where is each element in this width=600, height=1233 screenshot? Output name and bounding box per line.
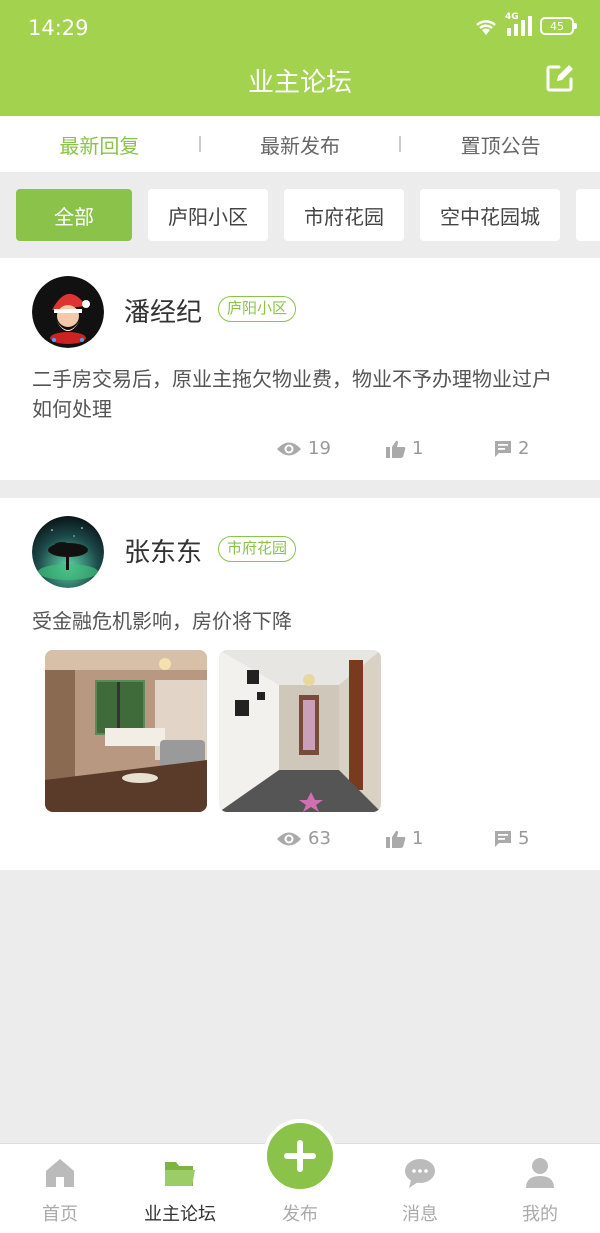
likes-count: 1 bbox=[412, 828, 424, 849]
wifi-icon bbox=[476, 20, 496, 35]
chip-all[interactable]: 全部 bbox=[16, 189, 132, 241]
chip-kongzhong[interactable]: 空中花园城 bbox=[420, 189, 560, 241]
author-name: 潘经纪 bbox=[124, 298, 203, 328]
avatar[interactable] bbox=[32, 276, 104, 348]
views-stat: 63 bbox=[276, 828, 331, 849]
app-header: 14:29 4G 45 业主论坛 bbox=[0, 0, 600, 116]
nav-label: 我的 bbox=[522, 1204, 558, 1225]
comments-stat[interactable]: 5 bbox=[494, 828, 529, 849]
post-stats: 19 1 2 bbox=[0, 438, 600, 468]
battery-icon: 45 bbox=[540, 17, 577, 35]
nav-label: 业主论坛 bbox=[144, 1204, 216, 1225]
tab-pinned[interactable]: 置顶公告 bbox=[401, 130, 600, 159]
nav-forum[interactable]: 业主论坛 bbox=[120, 1144, 240, 1233]
folder-icon bbox=[165, 1162, 195, 1186]
status-time: 14:29 bbox=[28, 16, 89, 40]
tab-latest-reply[interactable]: 最新回复 bbox=[0, 130, 199, 159]
thumbs-up-icon bbox=[386, 830, 406, 848]
plus-icon bbox=[284, 1140, 316, 1172]
tab-latest-post[interactable]: 最新发布 bbox=[201, 130, 400, 159]
nav-messages[interactable]: 消息 bbox=[360, 1144, 480, 1233]
status-icons: 4G 45 bbox=[473, 12, 577, 36]
edit-icon[interactable] bbox=[544, 62, 576, 94]
post-card[interactable]: 潘经纪 庐阳小区 二手房交易后，原业主拖欠物业费，物业不予办理物业过户如何处理 … bbox=[0, 258, 600, 480]
comments-count: 2 bbox=[518, 438, 530, 459]
post-content: 二手房交易后，原业主拖欠物业费，物业不予办理物业过户如何处理 bbox=[32, 367, 552, 421]
post-image[interactable] bbox=[219, 650, 381, 812]
chat-icon bbox=[405, 1159, 435, 1188]
filter-tabs: 最新回复 最新发布 置顶公告 bbox=[0, 116, 600, 172]
chip-luyang[interactable]: 庐阳小区 bbox=[148, 189, 268, 241]
post-stats: 63 1 5 bbox=[0, 828, 600, 858]
community-filter: 全部 庐阳小区 市府花园 空中花园城 bbox=[0, 172, 600, 258]
comment-icon bbox=[495, 440, 511, 457]
community-tag: 市府花园 bbox=[218, 536, 297, 562]
page-title: 业主论坛 bbox=[247, 68, 352, 98]
nav-label: 消息 bbox=[402, 1204, 438, 1225]
battery-level: 45 bbox=[550, 19, 564, 33]
chip-more[interactable] bbox=[576, 189, 600, 241]
post-card[interactable]: 张东东 市府花园 受金融危机影响，房价将下降 63 1 5 bbox=[0, 498, 600, 870]
comments-count: 5 bbox=[518, 828, 530, 849]
publish-button[interactable] bbox=[263, 1119, 337, 1193]
comment-icon bbox=[495, 830, 511, 847]
likes-count: 1 bbox=[412, 438, 424, 459]
comments-stat[interactable]: 2 bbox=[494, 438, 529, 459]
thumbs-up-icon bbox=[386, 440, 406, 458]
likes-stat[interactable]: 1 bbox=[386, 828, 423, 849]
views-stat: 19 bbox=[276, 438, 331, 459]
eye-icon bbox=[277, 442, 301, 455]
post-content: 受金融危机影响，房价将下降 bbox=[32, 609, 292, 633]
views-count: 19 bbox=[308, 438, 331, 459]
post-image[interactable] bbox=[45, 650, 207, 812]
nav-label: 首页 bbox=[42, 1204, 78, 1225]
home-icon bbox=[46, 1159, 74, 1187]
network-type: 4G bbox=[505, 12, 519, 22]
user-icon bbox=[526, 1158, 554, 1188]
author-name: 张东东 bbox=[124, 538, 203, 568]
views-count: 63 bbox=[308, 828, 331, 849]
chip-shifu[interactable]: 市府花园 bbox=[284, 189, 404, 241]
nav-label: 发布 bbox=[282, 1204, 318, 1225]
eye-icon bbox=[277, 832, 301, 845]
avatar[interactable] bbox=[32, 516, 104, 588]
signal-icon: 4G bbox=[505, 12, 532, 36]
community-tag: 庐阳小区 bbox=[218, 296, 297, 322]
nav-profile[interactable]: 我的 bbox=[480, 1144, 600, 1233]
likes-stat[interactable]: 1 bbox=[386, 438, 423, 459]
nav-home[interactable]: 首页 bbox=[0, 1144, 120, 1233]
